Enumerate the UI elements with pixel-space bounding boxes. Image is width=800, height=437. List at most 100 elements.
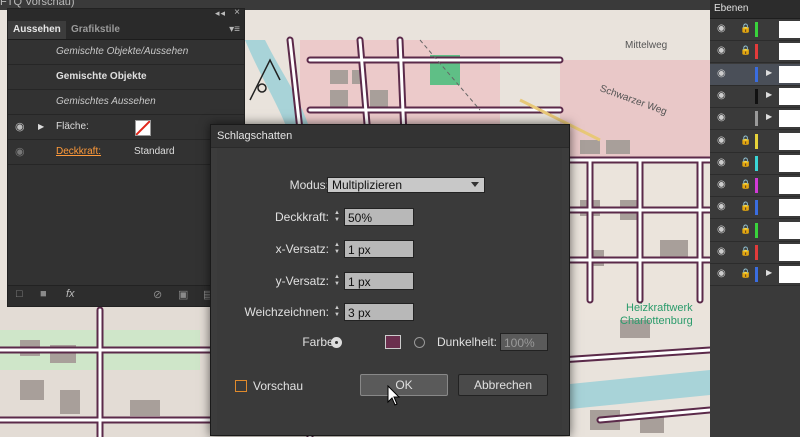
dialog-title[interactable]: Schlagschatten (211, 125, 569, 148)
layer-color-tag (755, 111, 758, 127)
preview-label[interactable]: Vorschau (253, 379, 303, 393)
layer-thumbnail (779, 199, 800, 217)
chevron-down-icon (471, 182, 479, 187)
layer-row[interactable]: ◉ 🔒 (710, 175, 800, 198)
y-offset-field[interactable]: 1 px (344, 272, 414, 290)
lock-icon[interactable]: 🔒 (740, 268, 751, 279)
layer-row[interactable]: ◉ 🔒 (710, 197, 800, 220)
expand-triangle-icon[interactable]: ▶ (766, 112, 772, 121)
layers-panel-title[interactable]: Ebenen (710, 0, 800, 19)
eye-icon[interactable]: ◉ (717, 268, 726, 279)
eye-icon[interactable]: ◉ (717, 157, 726, 168)
layer-row[interactable]: ◉ 🔒 ▶ (710, 264, 800, 287)
lock-icon[interactable]: 🔒 (740, 23, 751, 34)
opacity-label: Deckkraft: (274, 210, 329, 224)
eye-icon[interactable]: ◉ (717, 90, 726, 101)
y-offset-stepper[interactable]: ▲ ▼ (333, 274, 341, 288)
lock-icon[interactable]: 🔒 (740, 246, 751, 257)
fill-row[interactable]: ◉ ▶ Fläche: (8, 115, 244, 140)
eye-icon[interactable]: ◉ (717, 246, 726, 257)
eye-icon[interactable]: ◉ (15, 140, 25, 164)
panel-bottom-bar: □ ■ fx ⊘ ▣ ▤ (8, 285, 244, 306)
opacity-link[interactable]: Deckkraft: (56, 140, 101, 164)
appearance-row[interactable]: Gemischte Objekte (8, 65, 244, 90)
fill-none-swatch[interactable] (135, 120, 151, 136)
expand-triangle-icon[interactable]: ▶ (766, 68, 772, 77)
layer-thumbnail (779, 221, 800, 239)
layer-color-tag (755, 200, 758, 216)
panel-menu-icon[interactable]: ▾≡ (229, 24, 240, 35)
lock-icon[interactable]: 🔒 (740, 179, 751, 190)
color-label[interactable]: Farbe: (237, 335, 337, 349)
opacity-value: Standard (134, 146, 175, 157)
clear-appearance-icon[interactable]: ⊘ (153, 288, 162, 301)
layers-panel: Ebenen ◉ 🔒 ◉ 🔒 ◉ ▶ ◉ ▶ ◉ ▶ ◉ 🔒 ◉ 🔒 ◉ 🔒 ◉ 🔒 ◉ 🔒 ◉ 🔒 ◉ 🔒 ▶ (710, 0, 800, 437)
eye-icon[interactable]: ◉ (717, 135, 726, 146)
layer-thumbnail (779, 177, 800, 195)
layer-color-tag (755, 88, 758, 104)
layer-thumbnail (779, 65, 800, 83)
layer-row[interactable]: ◉ 🔒 (710, 41, 800, 64)
layer-row[interactable]: ◉ 🔒 (710, 153, 800, 175)
close-icon[interactable]: × (234, 7, 240, 18)
mode-select[interactable]: Multiplizieren (327, 177, 485, 193)
layer-color-tag (755, 245, 758, 260)
cancel-button[interactable]: Abbrechen (458, 374, 548, 396)
tab-grafikstile[interactable]: Grafikstile (66, 21, 125, 39)
layer-row[interactable]: ◉ 🔒 (710, 220, 800, 242)
expand-triangle-icon[interactable]: ▶ (766, 268, 772, 277)
appearance-row[interactable]: Gemischtes Aussehen (8, 90, 244, 115)
ok-button[interactable]: OK (360, 374, 448, 396)
layer-thumbnail (779, 43, 800, 61)
eye-icon[interactable]: ◉ (717, 23, 726, 34)
expand-triangle-icon[interactable]: ▶ (38, 115, 44, 139)
new-fill-icon[interactable]: ■ (40, 288, 47, 300)
fx-icon[interactable]: fx (66, 288, 75, 300)
eye-icon[interactable]: ◉ (717, 201, 726, 212)
x-offset-label: x-Versatz: (275, 242, 329, 256)
lock-icon[interactable]: 🔒 (740, 135, 751, 146)
layer-row[interactable]: ◉ ▶ (710, 108, 800, 131)
opacity-stepper[interactable]: ▲ ▼ (333, 210, 341, 224)
layer-row[interactable]: ◉ 🔒 (710, 131, 800, 153)
new-stroke-icon[interactable]: □ (16, 288, 23, 300)
mouse-cursor-icon (387, 385, 401, 406)
layer-row[interactable]: ◉ 🔒 (710, 19, 800, 41)
eye-icon[interactable]: ◉ (717, 68, 726, 79)
lock-icon[interactable]: 🔒 (740, 45, 751, 56)
panel-drag-bar[interactable]: ◂◂ × (8, 7, 244, 21)
tab-aussehen[interactable]: Aussehen (8, 21, 66, 39)
layer-color-tag (755, 267, 758, 283)
eye-icon[interactable]: ◉ (717, 224, 726, 235)
blur-field[interactable]: 3 px (344, 303, 414, 321)
x-offset-stepper[interactable]: ▲ ▼ (333, 242, 341, 256)
layer-color-tag (755, 155, 758, 171)
layer-color-tag (755, 66, 758, 82)
lock-icon[interactable]: 🔒 (740, 157, 751, 168)
lock-icon[interactable]: 🔒 (740, 201, 751, 212)
layer-row[interactable]: ◉ 🔒 (710, 242, 800, 264)
appearance-row[interactable]: Gemischte Objekte/Aussehen (8, 40, 244, 65)
lock-icon[interactable]: 🔒 (740, 224, 751, 235)
layer-color-tag (755, 178, 758, 194)
layer-color-tag (755, 44, 758, 60)
duplicate-item-icon[interactable]: ▣ (178, 288, 188, 301)
x-offset-field[interactable]: 1 px (344, 240, 414, 258)
layer-thumbnail (779, 132, 800, 150)
fill-label: Fläche: (56, 121, 89, 132)
layer-thumbnail (779, 21, 800, 38)
layer-row[interactable]: ◉ ▶ (710, 86, 800, 108)
eye-icon[interactable]: ◉ (717, 179, 726, 190)
preview-checkbox[interactable] (235, 380, 247, 392)
layer-thumbnail (779, 110, 800, 128)
eye-icon[interactable]: ◉ (717, 45, 726, 56)
darkness-label[interactable]: Dunkelheit: (385, 335, 497, 349)
eye-icon[interactable]: ◉ (717, 112, 726, 123)
blur-stepper[interactable]: ▲ ▼ (333, 305, 341, 319)
opacity-row[interactable]: ◉ Deckkraft: Standard (8, 140, 244, 165)
eye-icon[interactable]: ◉ (15, 115, 25, 139)
collapse-arrows-icon[interactable]: ◂◂ (215, 8, 226, 19)
expand-triangle-icon[interactable]: ▶ (766, 90, 772, 99)
opacity-field[interactable]: 50% (344, 208, 414, 226)
layer-row[interactable]: ◉ ▶ (710, 63, 800, 86)
